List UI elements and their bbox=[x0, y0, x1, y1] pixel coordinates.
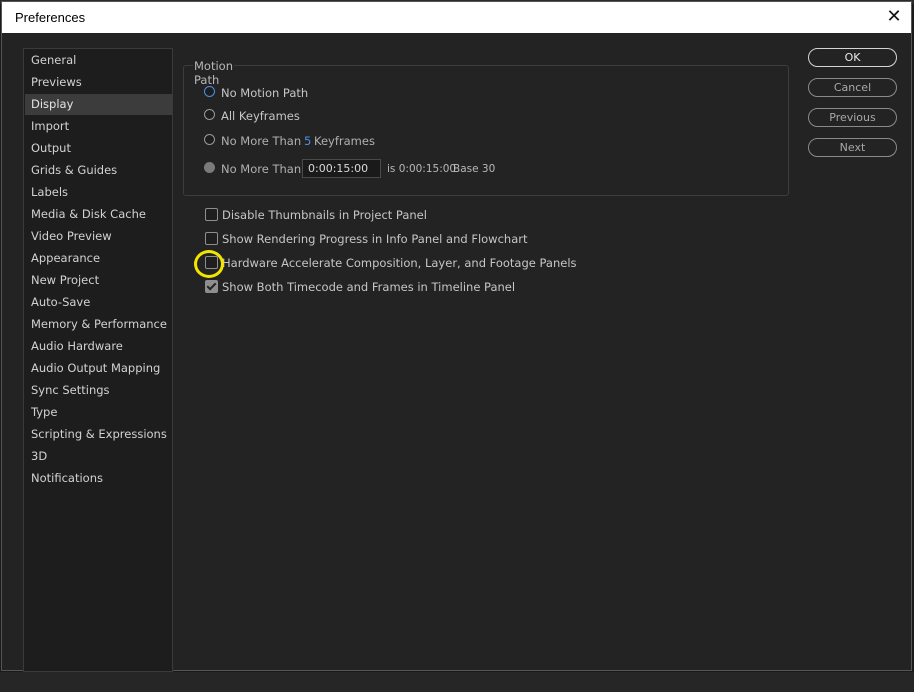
sidebar-item-import[interactable]: Import bbox=[25, 116, 172, 137]
sidebar-item-grids-guides[interactable]: Grids & Guides bbox=[25, 160, 172, 181]
time-duration-field[interactable]: 0:00:15:00 bbox=[302, 159, 381, 178]
close-icon[interactable]: ✕ bbox=[883, 6, 905, 28]
time-equivalent-text: is 0:00:15:00 bbox=[387, 163, 457, 175]
motion-path-title: Motion Path bbox=[193, 59, 234, 87]
sidebar-item-audio-output-mapping[interactable]: Audio Output Mapping bbox=[25, 358, 172, 379]
sidebar-item-3d[interactable]: 3D bbox=[25, 446, 172, 467]
checkbox-show-rendering-progress[interactable] bbox=[205, 232, 218, 245]
show-rendering-progress-label: Show Rendering Progress in Info Panel an… bbox=[222, 232, 528, 246]
sidebar-item-new-project[interactable]: New Project bbox=[25, 270, 172, 291]
radio-no-more-than-time[interactable] bbox=[204, 162, 215, 173]
annotation-circle bbox=[194, 250, 224, 278]
checkbox-disable-thumbnails[interactable] bbox=[205, 208, 218, 221]
next-button[interactable]: Next bbox=[808, 138, 897, 157]
host-app-background-bottom bbox=[0, 672, 914, 692]
sidebar-item-sync-settings[interactable]: Sync Settings bbox=[25, 380, 172, 401]
sidebar-item-display[interactable]: Display bbox=[25, 94, 172, 115]
no-more-than-time-label: No More Than bbox=[221, 162, 302, 176]
sidebar-item-general[interactable]: General bbox=[25, 50, 172, 71]
sidebar-item-appearance[interactable]: Appearance bbox=[25, 248, 172, 269]
sidebar-item-media-disk-cache[interactable]: Media & Disk Cache bbox=[25, 204, 172, 225]
keyframes-count-value[interactable]: 5 bbox=[304, 134, 311, 148]
sidebar-item-previews[interactable]: Previews bbox=[25, 72, 172, 93]
previous-button[interactable]: Previous bbox=[808, 108, 897, 127]
time-base-text: Base 30 bbox=[453, 163, 496, 175]
sidebar-item-type[interactable]: Type bbox=[25, 402, 172, 423]
radio-no-motion-path[interactable] bbox=[204, 86, 215, 97]
radio-no-more-than-keyframes[interactable] bbox=[204, 134, 215, 145]
no-motion-path-label: No Motion Path bbox=[221, 86, 309, 100]
sidebar-item-video-preview[interactable]: Video Preview bbox=[25, 226, 172, 247]
checkbox-show-timecode-frames[interactable] bbox=[205, 280, 218, 293]
title-bar: Preferences ✕ bbox=[2, 2, 911, 33]
preferences-sidebar: General Previews Display Import Output G… bbox=[23, 48, 173, 672]
disable-thumbnails-label: Disable Thumbnails in Project Panel bbox=[222, 208, 427, 222]
show-timecode-frames-label: Show Both Timecode and Frames in Timelin… bbox=[222, 280, 516, 294]
all-keyframes-label: All Keyframes bbox=[221, 109, 300, 123]
motion-path-group bbox=[183, 65, 789, 196]
sidebar-item-audio-hardware[interactable]: Audio Hardware bbox=[25, 336, 172, 357]
sidebar-item-output[interactable]: Output bbox=[25, 138, 172, 159]
no-more-than-keyframes-label: No More Than bbox=[221, 134, 302, 148]
sidebar-item-memory-performance[interactable]: Memory & Performance bbox=[25, 314, 172, 335]
keyframes-suffix-label: Keyframes bbox=[314, 134, 375, 148]
sidebar-item-scripting-expressions[interactable]: Scripting & Expressions bbox=[25, 424, 172, 445]
sidebar-item-labels[interactable]: Labels bbox=[25, 182, 172, 203]
ok-button[interactable]: OK bbox=[808, 48, 897, 67]
hardware-accelerate-label: Hardware Accelerate Composition, Layer, … bbox=[222, 256, 577, 270]
sidebar-item-notifications[interactable]: Notifications bbox=[25, 468, 172, 489]
radio-all-keyframes[interactable] bbox=[204, 109, 215, 120]
cancel-button[interactable]: Cancel bbox=[808, 78, 897, 97]
sidebar-item-auto-save[interactable]: Auto-Save bbox=[25, 292, 172, 313]
window-title: Preferences bbox=[15, 10, 86, 25]
